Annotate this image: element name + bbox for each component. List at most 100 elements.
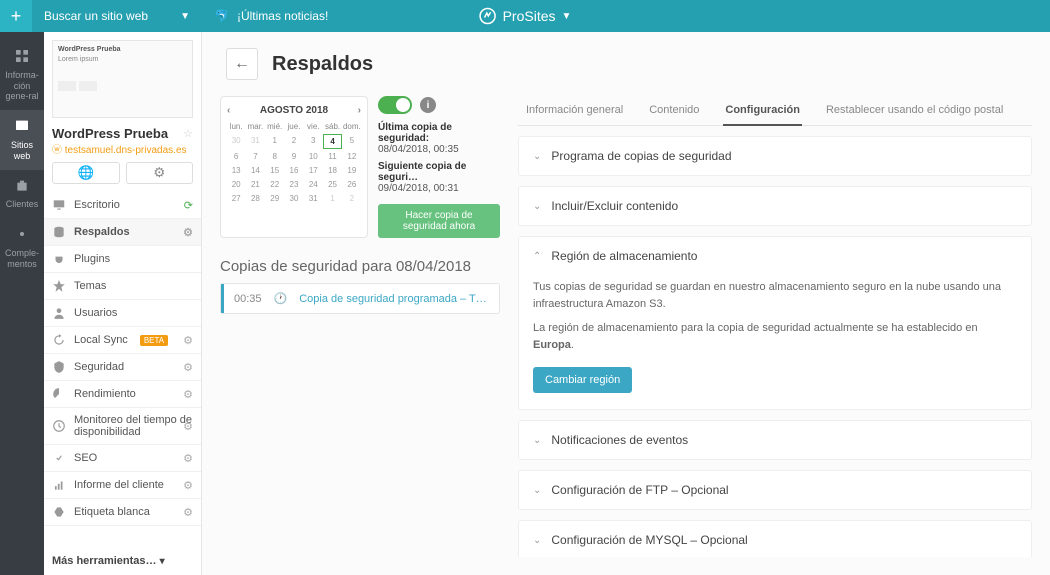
tab-config[interactable]: Configuración: [723, 96, 802, 126]
panel-storage-head[interactable]: ⌃Región de almacenamiento: [519, 237, 1031, 275]
backup-desc: Copia de seguridad programada – T…: [299, 293, 487, 305]
tab-overview[interactable]: Información general: [524, 96, 625, 125]
rail-item-sites[interactable]: Sitios web: [0, 110, 44, 169]
clock-icon: 🕐: [274, 292, 288, 305]
config-tabs: Información general Contenido Configurac…: [518, 96, 1032, 126]
calendar-day[interactable]: 4: [323, 134, 341, 149]
calendar-day[interactable]: 26: [343, 178, 361, 191]
main-content: ← Respaldos ‹ AGOSTO 2018 › lun.mar.mié.…: [202, 32, 1050, 575]
rail-item-clients[interactable]: Clientes: [0, 170, 44, 219]
tab-restore[interactable]: Restablecer usando el código postal: [824, 96, 1005, 125]
calendar-prev[interactable]: ‹: [227, 105, 230, 116]
add-button[interactable]: +: [0, 0, 32, 32]
calendar-day[interactable]: 30: [227, 134, 245, 149]
gear-icon[interactable]: ⚙: [183, 479, 193, 492]
gear-icon[interactable]: ⚙: [183, 388, 193, 401]
nav-seo[interactable]: SEO⚙: [44, 445, 201, 472]
calendar-day[interactable]: 11: [323, 150, 341, 163]
calendar-day[interactable]: 19: [343, 164, 361, 177]
panel-include-head[interactable]: ⌄Incluir/Excluir contenido: [519, 187, 1031, 225]
panel-mysql-head[interactable]: ⌄Configuración de MYSQL – Opcional: [519, 521, 1031, 557]
tab-content[interactable]: Contenido: [647, 96, 701, 125]
calendar-day[interactable]: 10: [304, 150, 322, 163]
calendar-dow: vie.: [304, 120, 322, 133]
calendar-day[interactable]: 2: [343, 192, 361, 205]
panel-events-head[interactable]: ⌄Notificaciones de eventos: [519, 421, 1031, 459]
back-button[interactable]: ←: [226, 48, 258, 80]
calendar-day[interactable]: 30: [285, 192, 303, 205]
nav-performance[interactable]: Rendimiento⚙: [44, 381, 201, 408]
nav-users[interactable]: Usuarios: [44, 300, 201, 327]
gear-icon[interactable]: ⚙: [183, 334, 193, 347]
chevron-down-icon: ▼: [562, 11, 572, 22]
calendar-day[interactable]: 14: [246, 164, 264, 177]
calendar-day[interactable]: 31: [304, 192, 322, 205]
more-tools[interactable]: Más herramientas… ▾: [44, 547, 201, 575]
calendar-day[interactable]: 3: [304, 134, 322, 149]
calendar-day[interactable]: 17: [304, 164, 322, 177]
calendar-day[interactable]: 5: [343, 134, 361, 149]
calendar-day[interactable]: 21: [246, 178, 264, 191]
site-url[interactable]: ⓦ testsamuel.dns-privadas.es: [44, 141, 201, 162]
topbar: + Buscar un sitio web ▼ 🐬 ¡Últimas notic…: [0, 0, 1050, 32]
calendar-day[interactable]: 6: [227, 150, 245, 163]
calendar-next[interactable]: ›: [358, 105, 361, 116]
gear-icon[interactable]: ⚙: [183, 506, 193, 519]
nav-security[interactable]: Seguridad⚙: [44, 354, 201, 381]
site-thumbnail[interactable]: WordPress Prueba Lorem ipsum: [52, 40, 193, 118]
nav-report[interactable]: Informe del cliente⚙: [44, 472, 201, 499]
calendar-day[interactable]: 15: [266, 164, 284, 177]
calendar-day[interactable]: 13: [227, 164, 245, 177]
site-search-dropdown[interactable]: Buscar un sitio web ▼: [32, 9, 202, 23]
panel-ftp-head[interactable]: ⌄Configuración de FTP – Opcional: [519, 471, 1031, 509]
calendar-day[interactable]: 25: [323, 178, 341, 191]
panel-schedule-head[interactable]: ⌄Programa de copias de seguridad: [519, 137, 1031, 175]
calendar-day[interactable]: 7: [246, 150, 264, 163]
refresh-icon[interactable]: ⟳: [184, 199, 193, 212]
nav-local-sync[interactable]: Local SyncBETA⚙: [44, 327, 201, 354]
calendar-day[interactable]: 12: [343, 150, 361, 163]
calendar-day[interactable]: 27: [227, 192, 245, 205]
calendar-day[interactable]: 28: [246, 192, 264, 205]
rail-item-overview[interactable]: Informa-ción gene-ral: [0, 40, 44, 110]
calendar-day[interactable]: 18: [323, 164, 341, 177]
gear-icon[interactable]: ⚙: [183, 361, 193, 374]
calendar-day[interactable]: 1: [323, 192, 341, 205]
star-icon[interactable]: ☆: [183, 127, 193, 140]
nav-whitelabel[interactable]: Etiqueta blanca⚙: [44, 499, 201, 526]
calendar-day[interactable]: 1: [266, 134, 284, 149]
calendar-day[interactable]: 29: [266, 192, 284, 205]
info-icon[interactable]: i: [420, 97, 436, 113]
calendar-day[interactable]: 23: [285, 178, 303, 191]
calendar-day[interactable]: 31: [246, 134, 264, 149]
backup-entry[interactable]: 00:35 🕐 Copia de seguridad programada – …: [221, 284, 499, 313]
nav-plugins[interactable]: Plugins: [44, 246, 201, 273]
backup-now-button[interactable]: Hacer copia de seguridad ahora: [378, 204, 500, 238]
backup-toggle[interactable]: [378, 96, 412, 114]
logo-text: ProSites: [503, 8, 556, 24]
gear-icon[interactable]: ⚙: [183, 226, 193, 239]
site-action-2[interactable]: ⚙: [126, 162, 194, 184]
calendar-day[interactable]: 2: [285, 134, 303, 149]
gear-icon[interactable]: ⚙: [183, 420, 193, 433]
last-backup-value: 08/04/2018, 00:35: [378, 144, 500, 155]
nav-backups[interactable]: Respaldos⚙: [44, 219, 201, 246]
nav-uptime[interactable]: Monitoreo del tiempo de disponibilidad⚙: [44, 408, 201, 445]
calendar-day[interactable]: 22: [266, 178, 284, 191]
news-banner[interactable]: 🐬 ¡Últimas noticias!: [202, 9, 340, 23]
gear-icon: ⚙: [153, 165, 165, 180]
calendar-day[interactable]: 16: [285, 164, 303, 177]
calendar-day[interactable]: 9: [285, 150, 303, 163]
change-region-button[interactable]: Cambiar región: [533, 367, 632, 393]
chevron-down-icon: ⌄: [533, 151, 541, 162]
calendar-day[interactable]: 24: [304, 178, 322, 191]
calendar-day[interactable]: 8: [266, 150, 284, 163]
gear-icon[interactable]: ⚙: [183, 452, 193, 465]
app-logo[interactable]: ProSites ▼: [479, 7, 572, 25]
rail-item-addons[interactable]: Comple-mentos: [0, 218, 44, 277]
calendar-dow: lun.: [227, 120, 245, 133]
nav-desktop[interactable]: Escritorio⟳: [44, 192, 201, 219]
calendar-day[interactable]: 20: [227, 178, 245, 191]
nav-themes[interactable]: Temas: [44, 273, 201, 300]
site-action-1[interactable]: 🌐: [52, 162, 120, 184]
